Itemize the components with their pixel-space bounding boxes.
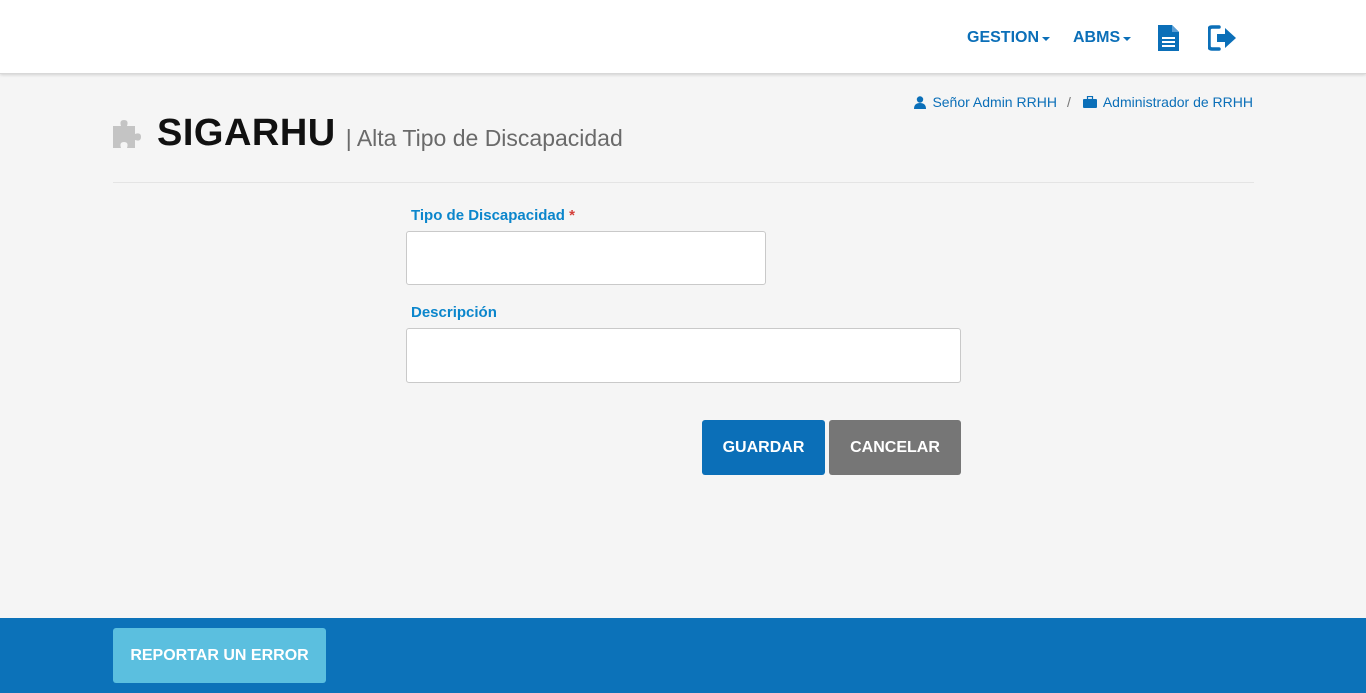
user-name: Señor Admin RRHH (932, 94, 1057, 110)
role-link[interactable]: Administrador de RRHH (1082, 94, 1253, 110)
footer: REPORTAR UN ERROR (0, 618, 1366, 693)
descripcion-input[interactable] (406, 328, 961, 383)
menu-gestion-label: GESTION (967, 29, 1040, 46)
report-error-button[interactable]: REPORTAR UN ERROR (113, 628, 326, 683)
menu-abms-label: ABMS (1073, 29, 1121, 46)
descripcion-label: Descripción (411, 304, 497, 321)
tipo-discapacidad-label: Tipo de Discapacidad * (411, 207, 575, 224)
cancel-button[interactable]: CANCELAR (829, 420, 961, 475)
caret-down-icon (1042, 37, 1051, 41)
role-name: Administrador de RRHH (1102, 94, 1253, 110)
page-title: SIGARHU (157, 112, 336, 154)
save-button[interactable]: GUARDAR (702, 420, 825, 475)
required-mark: * (569, 207, 575, 224)
page-subtitle: | Alta Tipo de Discapacidad (345, 125, 623, 151)
breadcrumb-separator: / (1066, 94, 1071, 110)
user-breadcrumb: Señor Admin RRHH / Administrador de RRHH (914, 94, 1253, 110)
menu-abms[interactable]: ABMS (1073, 24, 1132, 52)
puzzle-icon (113, 119, 141, 148)
tipo-label-text: Tipo de Discapacidad (411, 207, 565, 224)
menu-gestion[interactable]: GESTION (967, 24, 1051, 52)
briefcase-icon (1082, 96, 1097, 108)
logout-icon[interactable] (1208, 25, 1238, 51)
tipo-discapacidad-input[interactable] (406, 231, 766, 285)
user-link[interactable]: Señor Admin RRHH (914, 94, 1057, 110)
user-icon (914, 95, 927, 109)
header-divider (113, 182, 1254, 183)
caret-down-icon (1123, 37, 1132, 41)
descripcion-label-text: Descripción (411, 304, 497, 321)
page-header: SIGARHU | Alta Tipo de Discapacidad (113, 112, 623, 155)
document-icon[interactable] (1158, 25, 1179, 51)
top-navbar: GESTION ABMS (0, 0, 1366, 74)
